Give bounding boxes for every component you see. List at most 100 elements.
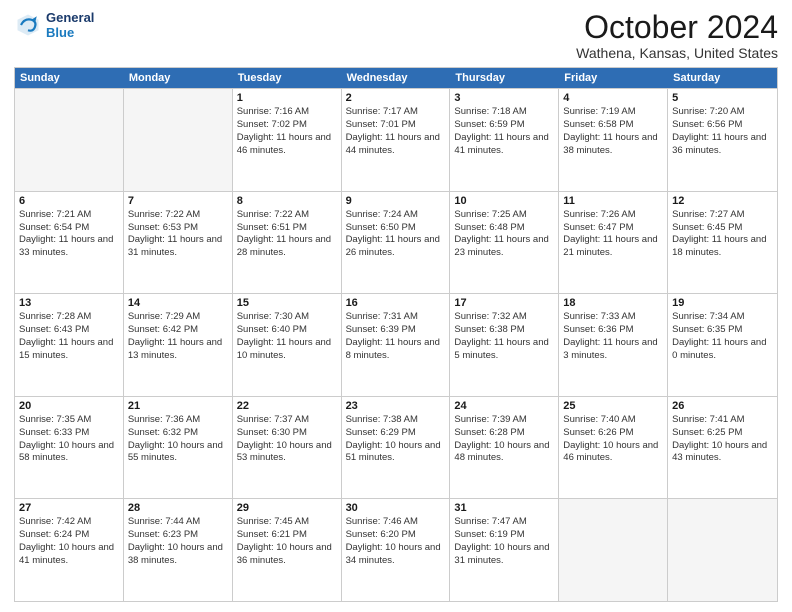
header: General Blue October 2024 Wathena, Kansa…: [14, 10, 778, 61]
day-number: 19: [672, 297, 773, 309]
daylight-text: Daylight: 11 hours and 46 minutes.: [237, 132, 337, 158]
day-number: 5: [672, 92, 773, 104]
daylight-text: Daylight: 10 hours and 48 minutes.: [454, 440, 554, 466]
cell-4-5: [559, 499, 668, 601]
location-title: Wathena, Kansas, United States: [576, 45, 778, 61]
sunrise-text: Sunrise: 7:24 AM: [346, 209, 446, 222]
daylight-text: Daylight: 11 hours and 31 minutes.: [128, 234, 228, 260]
calendar-body: 1 Sunrise: 7:16 AM Sunset: 7:02 PM Dayli…: [15, 88, 777, 601]
daylight-text: Daylight: 10 hours and 41 minutes.: [19, 542, 119, 568]
month-title: October 2024: [576, 10, 778, 45]
sunset-text: Sunset: 6:25 PM: [672, 427, 773, 440]
daylight-text: Daylight: 11 hours and 26 minutes.: [346, 234, 446, 260]
sunrise-text: Sunrise: 7:32 AM: [454, 311, 554, 324]
daylight-text: Daylight: 11 hours and 8 minutes.: [346, 337, 446, 363]
calendar: Sunday Monday Tuesday Wednesday Thursday…: [14, 67, 778, 602]
day-number: 6: [19, 195, 119, 207]
day-number: 22: [237, 400, 337, 412]
cell-3-3: 23 Sunrise: 7:38 AM Sunset: 6:29 PM Dayl…: [342, 397, 451, 499]
sunset-text: Sunset: 6:35 PM: [672, 324, 773, 337]
header-sunday: Sunday: [15, 68, 124, 88]
sunset-text: Sunset: 6:43 PM: [19, 324, 119, 337]
daylight-text: Daylight: 10 hours and 53 minutes.: [237, 440, 337, 466]
sunrise-text: Sunrise: 7:37 AM: [237, 414, 337, 427]
day-number: 4: [563, 92, 663, 104]
sunrise-text: Sunrise: 7:39 AM: [454, 414, 554, 427]
daylight-text: Daylight: 10 hours and 55 minutes.: [128, 440, 228, 466]
cell-3-6: 26 Sunrise: 7:41 AM Sunset: 6:25 PM Dayl…: [668, 397, 777, 499]
daylight-text: Daylight: 10 hours and 51 minutes.: [346, 440, 446, 466]
daylight-text: Daylight: 10 hours and 31 minutes.: [454, 542, 554, 568]
cell-1-2: 8 Sunrise: 7:22 AM Sunset: 6:51 PM Dayli…: [233, 192, 342, 294]
title-area: October 2024 Wathena, Kansas, United Sta…: [576, 10, 778, 61]
day-number: 11: [563, 195, 663, 207]
day-number: 10: [454, 195, 554, 207]
sunrise-text: Sunrise: 7:46 AM: [346, 516, 446, 529]
day-number: 26: [672, 400, 773, 412]
sunset-text: Sunset: 6:33 PM: [19, 427, 119, 440]
day-number: 15: [237, 297, 337, 309]
sunset-text: Sunset: 6:30 PM: [237, 427, 337, 440]
sunrise-text: Sunrise: 7:16 AM: [237, 106, 337, 119]
day-number: 27: [19, 502, 119, 514]
cell-4-3: 30 Sunrise: 7:46 AM Sunset: 6:20 PM Dayl…: [342, 499, 451, 601]
sunset-text: Sunset: 6:36 PM: [563, 324, 663, 337]
sunset-text: Sunset: 6:24 PM: [19, 529, 119, 542]
week-row-2: 13 Sunrise: 7:28 AM Sunset: 6:43 PM Dayl…: [15, 293, 777, 396]
cell-2-5: 18 Sunrise: 7:33 AM Sunset: 6:36 PM Dayl…: [559, 294, 668, 396]
cell-2-3: 16 Sunrise: 7:31 AM Sunset: 6:39 PM Dayl…: [342, 294, 451, 396]
day-number: 1: [237, 92, 337, 104]
sunrise-text: Sunrise: 7:19 AM: [563, 106, 663, 119]
sunrise-text: Sunrise: 7:26 AM: [563, 209, 663, 222]
cell-2-6: 19 Sunrise: 7:34 AM Sunset: 6:35 PM Dayl…: [668, 294, 777, 396]
sunrise-text: Sunrise: 7:47 AM: [454, 516, 554, 529]
sunset-text: Sunset: 6:45 PM: [672, 222, 773, 235]
day-number: 31: [454, 502, 554, 514]
cell-0-1: [124, 89, 233, 191]
sunset-text: Sunset: 6:59 PM: [454, 119, 554, 132]
daylight-text: Daylight: 11 hours and 10 minutes.: [237, 337, 337, 363]
day-number: 7: [128, 195, 228, 207]
sunrise-text: Sunrise: 7:27 AM: [672, 209, 773, 222]
logo-icon: [14, 11, 42, 39]
header-saturday: Saturday: [668, 68, 777, 88]
week-row-1: 6 Sunrise: 7:21 AM Sunset: 6:54 PM Dayli…: [15, 191, 777, 294]
sunrise-text: Sunrise: 7:45 AM: [237, 516, 337, 529]
logo: General Blue: [14, 10, 94, 40]
day-number: 24: [454, 400, 554, 412]
sunrise-text: Sunrise: 7:34 AM: [672, 311, 773, 324]
sunset-text: Sunset: 6:54 PM: [19, 222, 119, 235]
cell-1-0: 6 Sunrise: 7:21 AM Sunset: 6:54 PM Dayli…: [15, 192, 124, 294]
day-number: 20: [19, 400, 119, 412]
daylight-text: Daylight: 11 hours and 36 minutes.: [672, 132, 773, 158]
sunrise-text: Sunrise: 7:41 AM: [672, 414, 773, 427]
calendar-header: Sunday Monday Tuesday Wednesday Thursday…: [15, 68, 777, 88]
day-number: 12: [672, 195, 773, 207]
week-row-0: 1 Sunrise: 7:16 AM Sunset: 7:02 PM Dayli…: [15, 88, 777, 191]
cell-4-6: [668, 499, 777, 601]
cell-3-5: 25 Sunrise: 7:40 AM Sunset: 6:26 PM Dayl…: [559, 397, 668, 499]
daylight-text: Daylight: 10 hours and 58 minutes.: [19, 440, 119, 466]
cell-0-3: 2 Sunrise: 7:17 AM Sunset: 7:01 PM Dayli…: [342, 89, 451, 191]
day-number: 3: [454, 92, 554, 104]
sunset-text: Sunset: 6:48 PM: [454, 222, 554, 235]
header-monday: Monday: [124, 68, 233, 88]
daylight-text: Daylight: 11 hours and 38 minutes.: [563, 132, 663, 158]
day-number: 9: [346, 195, 446, 207]
cell-4-0: 27 Sunrise: 7:42 AM Sunset: 6:24 PM Dayl…: [15, 499, 124, 601]
daylight-text: Daylight: 11 hours and 33 minutes.: [19, 234, 119, 260]
sunrise-text: Sunrise: 7:40 AM: [563, 414, 663, 427]
daylight-text: Daylight: 11 hours and 13 minutes.: [128, 337, 228, 363]
day-number: 8: [237, 195, 337, 207]
sunset-text: Sunset: 6:28 PM: [454, 427, 554, 440]
sunrise-text: Sunrise: 7:36 AM: [128, 414, 228, 427]
cell-0-2: 1 Sunrise: 7:16 AM Sunset: 7:02 PM Dayli…: [233, 89, 342, 191]
sunrise-text: Sunrise: 7:35 AM: [19, 414, 119, 427]
daylight-text: Daylight: 10 hours and 46 minutes.: [563, 440, 663, 466]
logo-text: General Blue: [46, 10, 94, 40]
page: General Blue October 2024 Wathena, Kansa…: [0, 0, 792, 612]
sunrise-text: Sunrise: 7:33 AM: [563, 311, 663, 324]
cell-2-4: 17 Sunrise: 7:32 AM Sunset: 6:38 PM Dayl…: [450, 294, 559, 396]
day-number: 14: [128, 297, 228, 309]
sunrise-text: Sunrise: 7:42 AM: [19, 516, 119, 529]
